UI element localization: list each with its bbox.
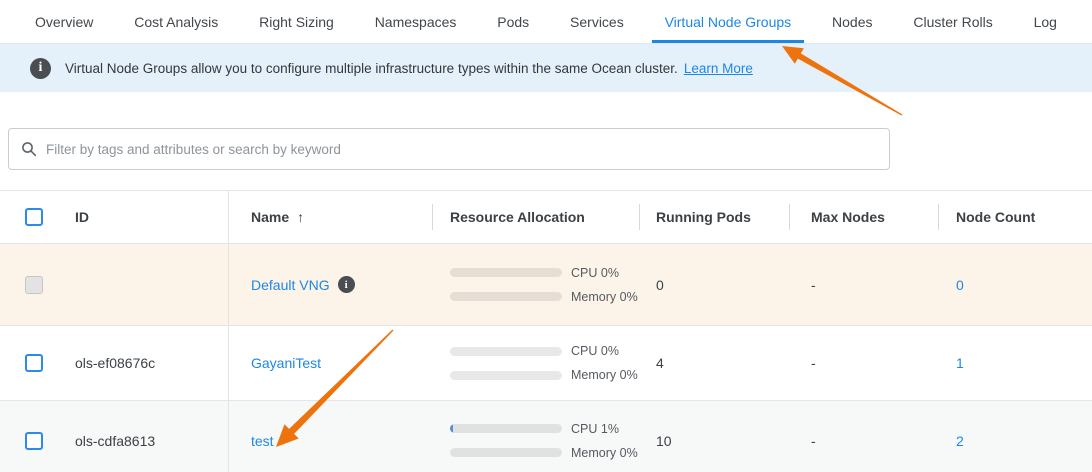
row-checkbox[interactable] xyxy=(25,354,43,372)
row-checkbox-disabled xyxy=(25,276,43,294)
memory-usage-bar xyxy=(450,448,562,457)
info-banner: i Virtual Node Groups allow you to confi… xyxy=(0,44,1092,92)
column-header-running-pods: Running Pods xyxy=(639,191,789,243)
cpu-usage-bar xyxy=(450,424,562,433)
cpu-usage-bar xyxy=(450,347,562,356)
column-header-max-nodes: Max Nodes xyxy=(789,191,938,243)
cpu-usage-label: CPU 0% xyxy=(571,266,619,280)
column-header-node-count: Node Count xyxy=(938,191,1092,243)
vng-table: ID Name ↑ Resource Allocation Running Po… xyxy=(0,190,1092,472)
row-checkbox[interactable] xyxy=(25,432,43,450)
select-all-checkbox[interactable] xyxy=(25,208,43,226)
filter-search-box[interactable] xyxy=(8,128,890,170)
table-header-row: ID Name ↑ Resource Allocation Running Po… xyxy=(0,191,1092,244)
cpu-usage-label: CPU 0% xyxy=(571,344,619,358)
search-icon xyxy=(21,141,37,157)
running-pods-value: 4 xyxy=(639,326,789,400)
sort-ascending-icon[interactable]: ↑ xyxy=(297,209,304,225)
running-pods-value: 10 xyxy=(639,401,789,472)
tab-overview[interactable]: Overview xyxy=(22,0,106,43)
max-nodes-value: - xyxy=(789,244,938,325)
table-row-test[interactable]: ols-cdfa8613 test CPU 1% Memory 0% 10 - xyxy=(0,401,1092,472)
tab-cost-analysis[interactable]: Cost Analysis xyxy=(121,0,231,43)
max-nodes-value: - xyxy=(789,326,938,400)
memory-usage-label: Memory 0% xyxy=(571,368,638,382)
vng-name-link[interactable]: GayaniTest xyxy=(251,355,321,371)
cpu-usage-label: CPU 1% xyxy=(571,422,619,436)
tab-right-sizing[interactable]: Right Sizing xyxy=(246,0,347,43)
vng-id xyxy=(58,244,228,325)
column-header-id: ID xyxy=(58,191,228,243)
tab-cluster-rolls[interactable]: Cluster Rolls xyxy=(900,0,1005,43)
info-banner-text: Virtual Node Groups allow you to configu… xyxy=(65,61,678,76)
vng-name-link[interactable]: test xyxy=(251,433,274,449)
node-count-link[interactable]: 2 xyxy=(956,433,964,449)
column-header-resource-allocation: Resource Allocation xyxy=(432,191,639,243)
node-count-link[interactable]: 1 xyxy=(956,355,964,371)
info-icon[interactable]: i xyxy=(338,276,355,293)
memory-usage-bar xyxy=(450,371,562,380)
memory-usage-label: Memory 0% xyxy=(571,446,638,460)
cpu-usage-bar xyxy=(450,268,562,277)
filter-search-input[interactable] xyxy=(46,142,877,157)
memory-usage-bar xyxy=(450,292,562,301)
tab-virtual-node-groups[interactable]: Virtual Node Groups xyxy=(652,0,805,43)
info-icon: i xyxy=(30,58,51,79)
vng-name-link[interactable]: Default VNG xyxy=(251,277,330,293)
max-nodes-value: - xyxy=(789,401,938,472)
vng-id: ols-cdfa8613 xyxy=(58,401,228,472)
tab-nodes[interactable]: Nodes xyxy=(819,0,885,43)
column-header-name[interactable]: Name ↑ xyxy=(228,191,432,243)
learn-more-link[interactable]: Learn More xyxy=(684,61,753,76)
node-count-link[interactable]: 0 xyxy=(956,277,964,293)
table-row-default-vng[interactable]: Default VNG i CPU 0% Memory 0% 0 - 0 xyxy=(0,244,1092,326)
running-pods-value: 0 xyxy=(639,244,789,325)
tab-namespaces[interactable]: Namespaces xyxy=(362,0,470,43)
tab-log[interactable]: Log xyxy=(1021,0,1070,43)
table-row-gayanitest[interactable]: ols-ef08676c GayaniTest CPU 0% Memory 0%… xyxy=(0,326,1092,401)
ocean-cluster-screen: Overview Cost Analysis Right Sizing Name… xyxy=(0,0,1092,472)
vng-id: ols-ef08676c xyxy=(58,326,228,400)
tab-services[interactable]: Services xyxy=(557,0,637,43)
memory-usage-label: Memory 0% xyxy=(571,290,638,304)
tab-pods[interactable]: Pods xyxy=(484,0,542,43)
cluster-tab-bar: Overview Cost Analysis Right Sizing Name… xyxy=(0,0,1092,44)
